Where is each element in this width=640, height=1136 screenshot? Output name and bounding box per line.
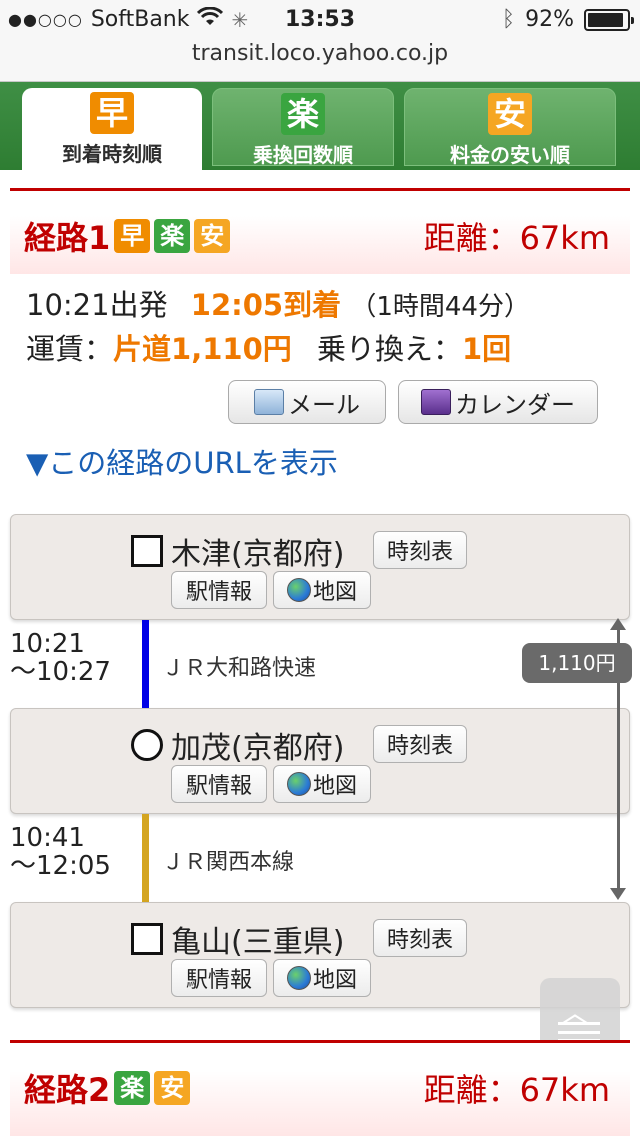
route-title-text: 経路1	[24, 219, 111, 257]
map-button[interactable]: 地図	[273, 571, 371, 609]
duration: （1時間44分）	[350, 292, 530, 322]
station-info-button[interactable]: 駅情報	[171, 765, 267, 803]
segment-start-time: 10:21	[10, 629, 85, 659]
menu-icon	[558, 1022, 600, 1042]
timetable-button[interactable]: 時刻表	[373, 725, 467, 763]
map-button[interactable]: 地図	[273, 959, 371, 997]
square-symbol-icon	[131, 923, 163, 955]
route-2-header: 経路2 楽 安 距離：67km	[10, 1040, 630, 1136]
easy-badge-icon: 楽	[114, 1071, 151, 1105]
segment-1-line-bar	[142, 620, 149, 708]
fare-arrow-down-icon	[610, 888, 626, 900]
station-box: 加茂(京都府) 時刻表 駅情報 地図	[10, 708, 630, 814]
route-2-title: 経路2 楽 安	[24, 1065, 191, 1111]
station-box: 木津(京都府) 時刻表 駅情報 地図	[10, 514, 630, 620]
cheap-badge-icon: 安	[194, 219, 231, 253]
fare-arrow-up-icon	[610, 618, 626, 630]
timetable-button[interactable]: 時刻表	[373, 919, 467, 957]
segment-2-time: 10:41 ～12:05	[10, 824, 111, 880]
station-name: 加茂(京都府)	[171, 731, 345, 766]
easy-badge-icon: 楽	[281, 93, 325, 135]
station-info-button[interactable]: 駅情報	[171, 959, 267, 997]
status-bar: ●●○○○ SoftBank ✳ 13:53 ᛒ 92%	[0, 0, 640, 40]
route-1-header: 経路1 早 楽 安 距離：67km	[10, 188, 630, 274]
tab-transfer-count[interactable]: 楽 乗換回数順	[212, 88, 394, 167]
route-title-text: 経路2	[24, 1071, 111, 1109]
calendar-button-label: カレンダー	[455, 390, 575, 419]
tab-label: 料金の安い順	[450, 143, 570, 167]
segment-1-line-name[interactable]: ＪＲ大和路快速	[162, 650, 316, 682]
bluetooth-icon: ᛒ	[501, 7, 516, 32]
mail-button-label: メール	[288, 390, 360, 419]
station-info-button[interactable]: 駅情報	[171, 571, 267, 609]
cheap-badge-icon: 安	[154, 1071, 191, 1105]
route-1-distance: 距離：67km	[423, 219, 610, 257]
segment-start-time: 10:41	[10, 823, 85, 853]
show-route-url-link[interactable]: ▼この経路のURLを表示	[26, 440, 338, 482]
route-2-distance: 距離：67km	[423, 1071, 610, 1109]
map-button-label: 地図	[312, 968, 357, 993]
segment-2-line-name[interactable]: ＪＲ関西本線	[162, 844, 294, 876]
route-1-title: 経路1 早 楽 安	[24, 213, 231, 259]
station-box: 亀山(三重県) 時刻表 駅情報 地図	[10, 902, 630, 1008]
sort-tabs: 早 到着時刻順 楽 乗換回数順 安 料金の安い順	[0, 82, 640, 172]
arrive-time: 12:05到着	[190, 288, 342, 322]
fare-value: 片道1,110円	[113, 332, 292, 366]
mail-button[interactable]: メール	[228, 380, 386, 424]
tab-arrival-time[interactable]: 早 到着時刻順	[22, 88, 202, 172]
easy-badge-icon: 楽	[154, 219, 191, 253]
segment-2-line-bar	[142, 814, 149, 902]
tab-label: 到着時刻順	[62, 142, 162, 166]
calendar-button[interactable]: カレンダー	[398, 380, 598, 424]
calendar-icon	[421, 389, 451, 415]
station-name: 亀山(三重県)	[171, 925, 345, 960]
depart-time: 10:21出発	[26, 288, 168, 322]
map-button-label: 地図	[312, 580, 357, 605]
transfer-value: 1回	[461, 332, 512, 366]
status-right: ᛒ 92%	[501, 7, 634, 32]
segment-end-time: ～12:05	[10, 851, 111, 881]
station-name-row: 亀山(三重県)	[131, 917, 344, 961]
station-name-row: 木津(京都府)	[131, 529, 344, 573]
url-bar[interactable]: transit.loco.yahoo.co.jp	[0, 40, 640, 82]
map-button-label: 地図	[312, 774, 357, 799]
segment-1-time: 10:21 ～10:27	[10, 630, 111, 686]
fare-total-badge: 1,110円	[522, 643, 632, 683]
map-button[interactable]: 地図	[273, 765, 371, 803]
battery-percent: 92%	[525, 7, 574, 32]
globe-icon	[286, 966, 311, 990]
transfer-label: 乗り換え：	[316, 332, 462, 366]
tab-label: 乗換回数順	[253, 143, 353, 167]
segment-end-time: ～10:27	[10, 657, 111, 687]
tab-cheapest-fare[interactable]: 安 料金の安い順	[404, 88, 616, 167]
fare-label: 運賃：	[26, 332, 114, 366]
cheap-badge-icon: 安	[488, 93, 532, 135]
route-1-times: 10:21出発 12:05到着 （1時間44分）	[26, 282, 530, 324]
globe-icon	[286, 772, 311, 796]
route-1-fare: 運賃：片道1,110円 乗り換え：1回	[26, 326, 511, 368]
circle-symbol-icon	[131, 729, 163, 761]
fast-badge-icon: 早	[90, 92, 134, 134]
timetable-button[interactable]: 時刻表	[373, 531, 467, 569]
battery-icon	[584, 8, 634, 31]
square-symbol-icon	[131, 535, 163, 567]
station-name-row: 加茂(京都府)	[131, 723, 344, 767]
globe-icon	[286, 578, 311, 602]
station-name: 木津(京都府)	[171, 537, 345, 572]
fast-badge-icon: 早	[114, 219, 151, 253]
mail-icon	[254, 389, 284, 415]
